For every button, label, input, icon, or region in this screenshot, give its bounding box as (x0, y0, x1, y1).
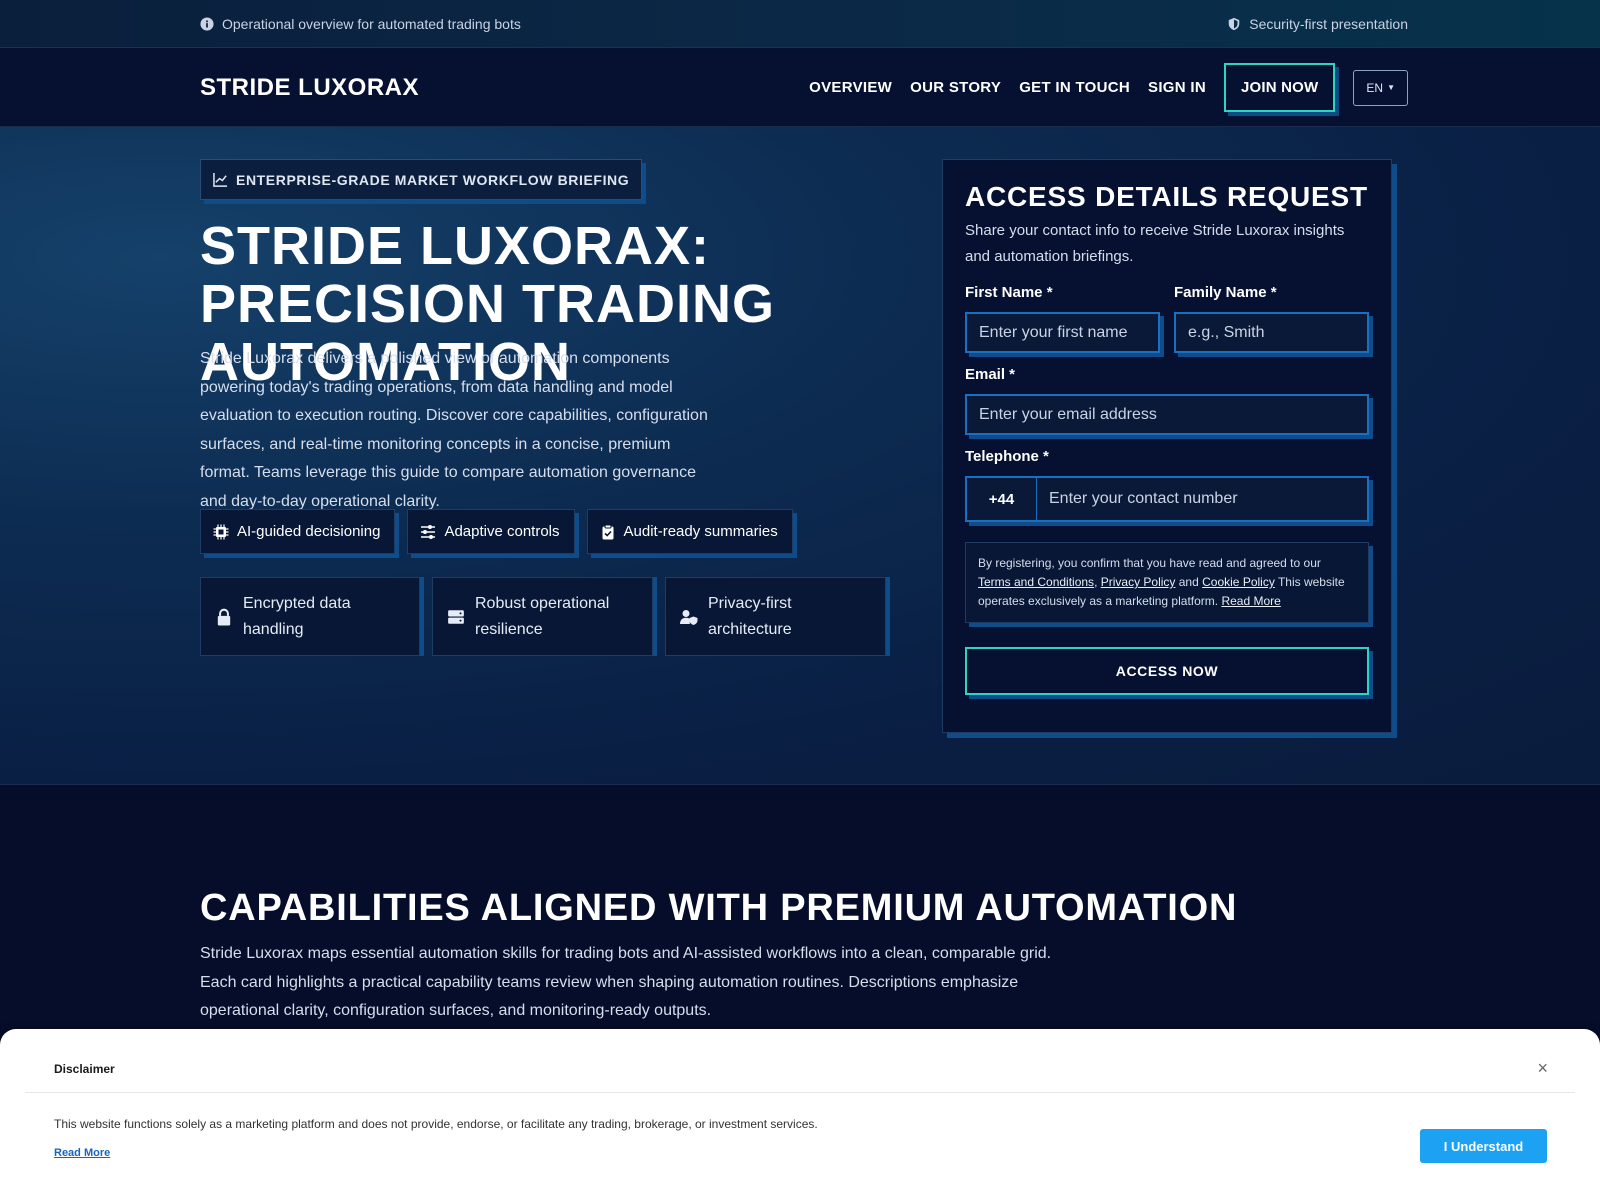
phone-group: Telephone * +44 Enter your contact numbe… (965, 448, 1369, 522)
clipboard-check-icon (602, 524, 614, 539)
form-subtitle: Share your contact info to receive Strid… (965, 222, 1345, 265)
feature-label: Encrypted data handling (243, 594, 351, 638)
first-name-input[interactable]: Enter your first name (965, 312, 1160, 353)
main-navigation: STRIDE LUXORAX OVERVIEW OUR STORY GET IN… (0, 48, 1600, 127)
access-request-form: ACCESS DETAILS REQUEST Share your contac… (942, 159, 1392, 733)
family-name-group: Family Name * e.g., Smith (1174, 284, 1369, 353)
nav-link-overview[interactable]: OVERVIEW (809, 79, 892, 96)
phone-input[interactable]: Enter your contact number (1037, 478, 1367, 520)
chip-audit-ready: Audit-ready summaries (586, 509, 793, 554)
hero-chips: AI-guided decisioning Adaptive controls … (200, 509, 793, 554)
disclaimer-read-more-link[interactable]: Read More (54, 1147, 110, 1159)
info-notice-text: Operational overview for automated tradi… (222, 16, 521, 32)
hero-features: Encrypted data handling Robust operation… (200, 577, 886, 656)
hero-badge-text: ENTERPRISE-GRADE MARKET WORKFLOW BRIEFIN… (236, 171, 630, 188)
nav-link-get-in-touch[interactable]: GET IN TOUCH (1019, 79, 1130, 96)
first-name-group: First Name * Enter your first name (965, 284, 1160, 353)
security-notice: Security-first presentation (1227, 16, 1408, 32)
first-name-label: First Name * (965, 284, 1053, 301)
top-info-strip: Operational overview for automated tradi… (0, 0, 1600, 48)
hero-badge: ENTERPRISE-GRADE MARKET WORKFLOW BRIEFIN… (200, 159, 643, 200)
sliders-icon (421, 524, 436, 539)
email-label: Email * (965, 366, 1016, 383)
feature-encrypted-data: Encrypted data handling (200, 577, 420, 656)
disclaimer-text: This website functions solely as a marke… (54, 1117, 818, 1131)
shield-icon (1229, 17, 1240, 31)
email-group: Email * Enter your email address (965, 366, 1369, 435)
email-input[interactable]: Enter your email address (965, 394, 1369, 435)
info-icon (200, 17, 214, 31)
capabilities-section: CAPABILITIES ALIGNED WITH PREMIUM AUTOMA… (0, 786, 1600, 1026)
phone-label: Telephone * (965, 448, 1049, 465)
feature-label: Privacy-first architecture (708, 594, 792, 638)
chip-label: Adaptive controls (444, 523, 560, 540)
join-now-button[interactable]: JOIN NOW (1223, 63, 1336, 112)
legal-comma: , (1094, 575, 1101, 589)
name-row: First Name * Enter your first name Famil… (965, 284, 1369, 353)
i-understand-button[interactable]: I Understand (1420, 1129, 1547, 1163)
close-icon[interactable]: × (1537, 1059, 1548, 1077)
cookie-policy-link[interactable]: Cookie Policy (1202, 575, 1275, 589)
chip-ai-guided: AI-guided decisioning (200, 509, 396, 554)
disclaimer-title: Disclaimer (54, 1062, 115, 1076)
brand-logo[interactable]: STRIDE LUXORAX (200, 74, 419, 102)
hero-description: Stride Luxorax delivers a polished view … (200, 350, 708, 510)
caret-down-icon: ▼ (1387, 83, 1395, 92)
lock-icon (217, 608, 231, 625)
terms-link[interactable]: Terms and Conditions (978, 575, 1094, 589)
family-name-input[interactable]: e.g., Smith (1174, 312, 1369, 353)
legal-and: and (1175, 575, 1203, 589)
chart-line-icon (213, 172, 228, 187)
feature-privacy: Privacy-first architecture (665, 577, 886, 656)
chip-label: AI-guided decisioning (237, 523, 381, 540)
access-now-button[interactable]: ACCESS NOW (965, 647, 1369, 695)
disclaimer-divider (25, 1092, 1575, 1093)
hero-section: ENTERPRISE-GRADE MARKET WORKFLOW BRIEFIN… (0, 127, 1600, 785)
legal-notice: By registering, you confirm that you hav… (965, 542, 1369, 623)
phone-country-code[interactable]: +44 (967, 478, 1037, 520)
chip-processor-icon (213, 524, 229, 539)
info-notice: Operational overview for automated tradi… (200, 16, 521, 32)
language-selector[interactable]: EN ▼ (1353, 69, 1408, 106)
user-shield-icon (680, 609, 698, 625)
form-title: ACCESS DETAILS REQUEST (965, 181, 1368, 212)
disclaimer-banner: Disclaimer × This website functions sole… (0, 1029, 1600, 1200)
language-value: EN (1366, 80, 1384, 95)
capabilities-description: Stride Luxorax maps essential automation… (200, 945, 1052, 1020)
phone-input-group: +44 Enter your contact number (965, 476, 1369, 522)
feature-resilience: Robust operational resilience (432, 577, 653, 656)
nav-link-sign-in[interactable]: SIGN IN (1148, 79, 1206, 96)
chip-adaptive-controls: Adaptive controls (407, 509, 575, 554)
family-name-label: Family Name * (1174, 284, 1277, 301)
capabilities-title: CAPABILITIES ALIGNED WITH PREMIUM AUTOMA… (200, 887, 1238, 929)
legal-read-more-link[interactable]: Read More (1221, 594, 1280, 608)
nav-menu: OVERVIEW OUR STORY GET IN TOUCH SIGN IN … (809, 63, 1408, 112)
nav-link-our-story[interactable]: OUR STORY (910, 79, 1001, 96)
feature-label: Robust operational resilience (475, 594, 610, 638)
security-notice-text: Security-first presentation (1249, 16, 1408, 32)
chip-label: Audit-ready summaries (623, 523, 778, 540)
legal-text-1: By registering, you confirm that you hav… (978, 556, 1321, 570)
privacy-policy-link[interactable]: Privacy Policy (1101, 575, 1176, 589)
server-icon (448, 609, 464, 624)
